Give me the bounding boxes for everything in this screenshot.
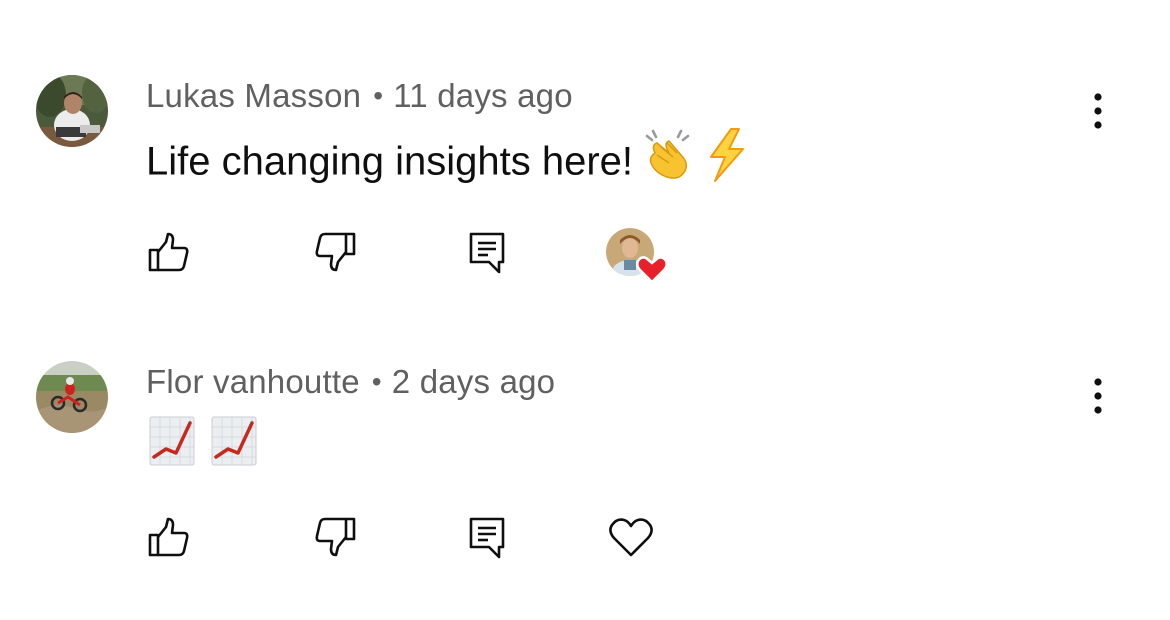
comment-meta: Flor vanhoutte • 2 days ago (146, 363, 555, 401)
like-button[interactable] (146, 230, 190, 274)
thumbs-down-icon (315, 232, 356, 272)
comment-text: Life changing insights here! (146, 128, 749, 197)
thumbs-up-icon (148, 232, 189, 272)
comment-actions (0, 228, 1170, 284)
reply-button[interactable] (465, 230, 509, 274)
clapping-hands-icon (641, 127, 697, 193)
comment-item: Lukas Masson • 11 days ago Life changing i… (0, 0, 1170, 285)
author-name[interactable]: Flor vanhoutte (146, 363, 360, 400)
thumbs-up-icon (148, 517, 189, 557)
chart-increasing-icon (148, 415, 196, 467)
reply-button[interactable] (465, 515, 509, 559)
heart-outline-icon (609, 518, 653, 557)
avatar[interactable] (36, 75, 108, 147)
comment-meta: Lukas Masson • 11 days ago (146, 77, 573, 115)
comment-actions (0, 515, 1170, 565)
dislike-button[interactable] (314, 515, 358, 559)
author-name[interactable]: Lukas Masson (146, 77, 361, 114)
separator-dot: • (373, 80, 384, 111)
reply-icon (469, 232, 505, 274)
comment-item: Flor vanhoutte • 2 days ago (0, 285, 1170, 570)
reply-icon (469, 517, 505, 559)
thumbs-down-icon (315, 517, 356, 557)
heart-button[interactable] (606, 515, 656, 559)
creator-heart-badge (604, 226, 670, 284)
comment-time[interactable]: 2 days ago (392, 363, 555, 400)
lightning-icon (705, 127, 749, 193)
avatar[interactable] (36, 361, 108, 433)
more-options-button[interactable] (1084, 374, 1112, 418)
comment-text-content: Life changing insights here! (146, 139, 633, 184)
dislike-button[interactable] (314, 230, 358, 274)
more-options-button[interactable] (1084, 89, 1112, 133)
comment-text (148, 415, 258, 467)
comment-time[interactable]: 11 days ago (393, 77, 573, 114)
chart-increasing-icon (210, 415, 258, 467)
separator-dot: • (371, 366, 382, 397)
like-button[interactable] (146, 515, 190, 559)
